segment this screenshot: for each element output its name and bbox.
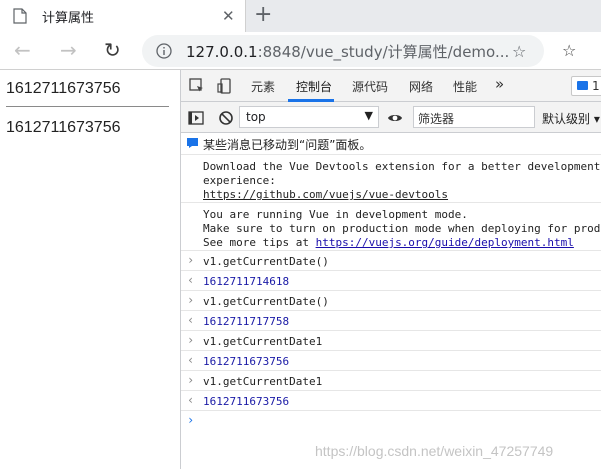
filter-placeholder: 筛选器 (418, 112, 455, 126)
log-text: See more tips at https://vuejs.org/guide… (203, 236, 574, 249)
console-input-text: v1.getCurrentDate() (203, 295, 329, 308)
chevron-down-icon: ▾ (593, 112, 600, 126)
toggle-sidebar-icon[interactable] (188, 110, 204, 126)
current-date-value: 1612711673756 (6, 80, 121, 97)
page-icon (13, 8, 27, 24)
console-filter-input[interactable]: 筛选器 (413, 106, 535, 128)
tab-elements[interactable]: 元素 (251, 78, 275, 95)
result-chevron-icon: ‹ (187, 313, 195, 327)
console-result-row: ‹ 1612711673756 (181, 391, 601, 411)
console-input-row[interactable]: › v1.getCurrentDate() (181, 251, 601, 271)
prompt-chevron-icon: › (187, 413, 195, 427)
site-info-icon[interactable] (156, 43, 172, 59)
tab-console[interactable]: 控制台 (296, 78, 332, 95)
console-result-value: 1612711673756 (203, 355, 290, 368)
address-bar[interactable]: 127.0.0.1:8848/vue_study/计算属性/demo... ☆ (142, 35, 544, 67)
log-levels-label: 默认级别 (542, 112, 591, 126)
console-result-value: 1612711714618 (203, 275, 290, 288)
console-result-row: ‹ 1612711714618 (181, 271, 601, 291)
clear-console-icon[interactable] (218, 110, 234, 126)
url-text: 127.0.0.1:8848/vue_study/计算属性/demo... (186, 41, 509, 62)
log-text: Download the Vue Devtools extension for … (203, 160, 601, 173)
add-favorite-icon[interactable]: ☆ (512, 42, 526, 61)
issues-count: 1 (592, 79, 600, 93)
console-result-value: 1612711717758 (203, 315, 290, 328)
result-chevron-icon: ‹ (187, 273, 195, 287)
vue-devtools-link[interactable]: https://github.com/vuejs/vue-devtools (203, 188, 448, 201)
device-toolbar-icon[interactable] (217, 78, 233, 94)
issues-badge[interactable]: 1 (571, 76, 601, 96)
browser-tab[interactable]: 计算属性 ✕ (0, 0, 246, 32)
result-chevron-icon: ‹ (187, 353, 195, 367)
log-row: You are running Vue in development mode.… (181, 203, 601, 251)
more-tabs-icon[interactable]: » (495, 75, 504, 93)
new-tab-button[interactable]: + (254, 3, 272, 27)
page-content: 1612711673756 1612711673756 (0, 70, 180, 469)
prompt-chevron-icon: › (187, 373, 195, 387)
console-prompt[interactable]: › (181, 411, 601, 431)
inspect-element-icon[interactable] (189, 78, 205, 94)
log-text: experience: (203, 174, 276, 187)
console-input-text: v1.getCurrentDate() (203, 255, 329, 268)
result-chevron-icon: ‹ (187, 393, 195, 407)
log-text: Make sure to turn on production mode whe… (203, 222, 601, 235)
favorites-icon[interactable]: ☆ (562, 41, 576, 60)
message-icon (577, 81, 588, 90)
console-result-row: ‹ 1612711717758 (181, 311, 601, 331)
page-divider (6, 106, 169, 107)
back-button[interactable]: ← (14, 38, 31, 62)
prompt-chevron-icon: › (187, 333, 195, 347)
console-input-text: v1.getCurrentDate1 (203, 335, 323, 348)
tab-title: 计算属性 (42, 11, 95, 26)
console-input-text: v1.getCurrentDate1 (203, 375, 323, 388)
console-result-value: 1612711673756 (203, 395, 290, 408)
console-input-row[interactable]: › v1.getCurrentDate1 (181, 371, 601, 391)
console-result-row: ‹ 1612711673756 (181, 351, 601, 371)
browser-toolbar: ← → ↻ 127.0.0.1:8848/vue_study/计算属性/demo… (0, 32, 601, 69)
issues-notice-row[interactable]: 某些消息已移动到“问题”面板。 (181, 133, 601, 155)
forward-button[interactable]: → (60, 38, 77, 62)
chevron-down-icon: ▼ (364, 109, 373, 122)
tab-sources[interactable]: 源代码 (352, 78, 388, 95)
prompt-chevron-icon: › (187, 293, 195, 307)
reload-button[interactable]: ↻ (104, 38, 121, 62)
url-path: :8848/vue_study/计算属性/demo... (257, 43, 510, 61)
vue-deployment-link[interactable]: https://vuejs.org/guide/deployment.html (316, 236, 574, 249)
context-select[interactable]: top ▼ (239, 106, 379, 128)
url-host: 127.0.0.1 (186, 43, 258, 61)
console-input-row[interactable]: › v1.getCurrentDate() (181, 291, 601, 311)
tab-performance[interactable]: 性能 (453, 78, 477, 95)
message-icon (187, 138, 198, 148)
current-date-value-2: 1612711673756 (6, 119, 121, 136)
tips-prefix: See more tips at (203, 236, 316, 249)
console-input-row[interactable]: › v1.getCurrentDate1 (181, 331, 601, 351)
issues-notice-text: 某些消息已移动到“问题”面板。 (203, 138, 372, 152)
log-row: Download the Vue Devtools extension for … (181, 155, 601, 203)
live-expression-eye-icon[interactable] (387, 110, 403, 126)
watermark: https://blog.csdn.net/weixin_47257749 (315, 443, 554, 459)
context-select-value: top (246, 110, 266, 124)
console-filter-bar: top ▼ 筛选器 默认级别 ▾ (181, 102, 601, 133)
prompt-chevron-icon: › (187, 253, 195, 267)
console-output: 某些消息已移动到“问题”面板。 Download the Vue Devtool… (181, 133, 601, 469)
devtools-tabbar: 元素 控制台 源代码 网络 性能 » 1 (181, 70, 601, 102)
tab-network[interactable]: 网络 (409, 78, 433, 95)
log-text: You are running Vue in development mode. (203, 208, 468, 221)
tab-strip: 计算属性 ✕ + (0, 0, 601, 32)
log-levels-dropdown[interactable]: 默认级别 ▾ (542, 110, 600, 127)
close-tab-icon[interactable]: ✕ (222, 7, 235, 25)
devtools-panel: 元素 控制台 源代码 网络 性能 » 1 top ▼ 筛选器 默认级别 ▾ 某些… (180, 70, 601, 469)
